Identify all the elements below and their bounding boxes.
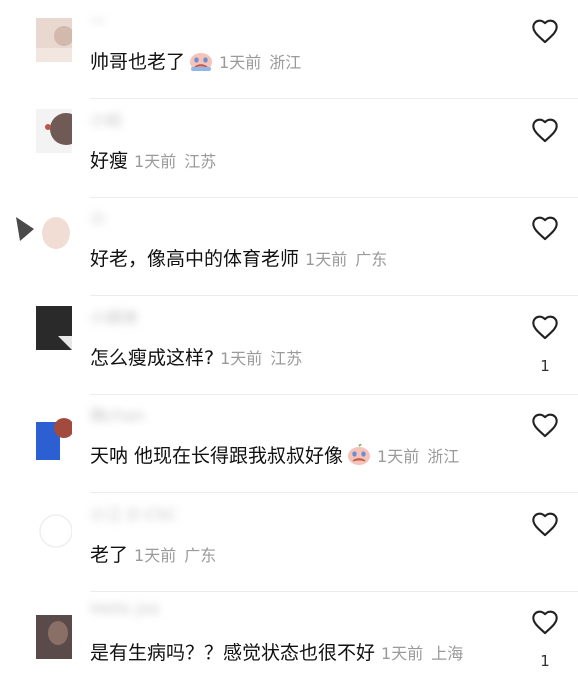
avatar[interactable] — [36, 507, 72, 551]
comment-location: 广东 — [355, 249, 388, 269]
comment-meta: 1天前 上海 — [381, 640, 463, 664]
heart-outline-icon[interactable] — [531, 609, 559, 635]
comment-location: 广东 — [184, 545, 217, 565]
comment-location: 江苏 — [184, 151, 217, 171]
comment-meta: 1天前 江苏 — [134, 148, 216, 172]
avatar[interactable] — [36, 615, 72, 659]
username[interactable]: 小蚂 — [90, 107, 230, 135]
comment-time: 1天前 — [219, 52, 262, 72]
avatar[interactable] — [14, 211, 72, 255]
like-count: 1 — [540, 357, 550, 375]
comment-item: 小 好老，像高中的体育老师 1天前 广东 — [0, 197, 578, 296]
comment-item: Hello joo 是有生病吗？？感觉状态也很不好 1天前 上海 1 — [0, 591, 578, 690]
comment-time: 1天前 — [305, 249, 348, 269]
crying-face-icon — [347, 442, 371, 466]
comment-text: 天呐 他现在长得跟我叔叔好像 — [90, 445, 344, 467]
comment-meta: 1天前 广东 — [134, 542, 216, 566]
comment-line: 天呐 他现在长得跟我叔叔好像 1天前 浙江 — [90, 441, 459, 468]
comment-meta: 1天前 浙江 — [377, 443, 459, 467]
comment-line: 是有生病吗？？感觉状态也很不好 1天前 上海 — [90, 638, 463, 665]
comment-location: 浙江 — [427, 446, 460, 466]
avatar[interactable] — [36, 18, 72, 62]
comment-meta: 1天前 浙江 — [219, 49, 301, 73]
comment-item: 小嫣侠 怎么瘦成这样? 1天前 江苏 1 — [0, 296, 578, 395]
crying-face-icon — [189, 50, 213, 72]
comment-line: 帅哥也老了 1天前 浙江 — [90, 47, 301, 74]
heart-outline-icon[interactable] — [531, 314, 559, 340]
heart-outline-icon[interactable] — [531, 412, 559, 438]
comment-location: 上海 — [431, 643, 464, 663]
avatar[interactable] — [36, 306, 72, 350]
username[interactable]: 小 — [90, 205, 230, 233]
heart-outline-icon[interactable] — [531, 215, 559, 241]
comment-time: 1天前 — [134, 545, 177, 565]
comment-text: 是有生病吗？？感觉状态也很不好 — [90, 642, 376, 664]
comment-meta: 1天前 广东 — [305, 246, 387, 270]
comment-line: 老了 1天前 广东 — [90, 540, 216, 567]
comment-time: 1天前 — [381, 643, 424, 663]
comment-text: 好老，像高中的体育老师 — [90, 248, 300, 270]
username[interactable]: 一 — [90, 8, 230, 36]
comment-item: 小江 D CSC 老了 1天前 广东 — [0, 493, 578, 592]
username[interactable]: 小嫣侠 — [90, 304, 230, 332]
comment-item: 小蚂 好瘦 1天前 江苏 — [0, 99, 578, 198]
comment-text: 好瘦 — [90, 150, 129, 172]
comment-time: 1天前 — [377, 446, 420, 466]
comment-list: 一 帅哥也老了 1天前 浙江 小蚂 好瘦 1天前 江苏 小 好老，像高中的体育老… — [0, 0, 578, 690]
like-count: 1 — [540, 652, 550, 670]
avatar[interactable] — [36, 416, 72, 460]
comment-line: 好瘦 1天前 江苏 — [90, 146, 216, 173]
comment-time: 1天前 — [220, 348, 263, 368]
username[interactable]: 小江 D CSC — [90, 501, 230, 529]
comment-item: 微chan 天呐 他现在长得跟我叔叔好像 1天前 浙江 — [0, 394, 578, 493]
username[interactable]: Hello joo — [90, 599, 230, 627]
avatar[interactable] — [36, 109, 72, 153]
heart-outline-icon[interactable] — [531, 511, 559, 537]
comment-location: 浙江 — [269, 52, 302, 72]
username[interactable]: 微chan — [90, 402, 230, 430]
heart-outline-icon[interactable] — [531, 18, 559, 44]
comment-text: 老了 — [90, 544, 129, 566]
comment-text: 怎么瘦成这样? — [90, 347, 215, 369]
comment-meta: 1天前 江苏 — [220, 345, 302, 369]
comment-item: 一 帅哥也老了 1天前 浙江 — [0, 0, 578, 99]
heart-outline-icon[interactable] — [531, 117, 559, 143]
comment-line: 怎么瘦成这样? 1天前 江苏 — [90, 343, 302, 370]
comment-text: 帅哥也老了 — [90, 51, 186, 73]
comment-location: 江苏 — [270, 348, 303, 368]
comment-line: 好老，像高中的体育老师 1天前 广东 — [90, 244, 387, 271]
comment-time: 1天前 — [134, 151, 177, 171]
